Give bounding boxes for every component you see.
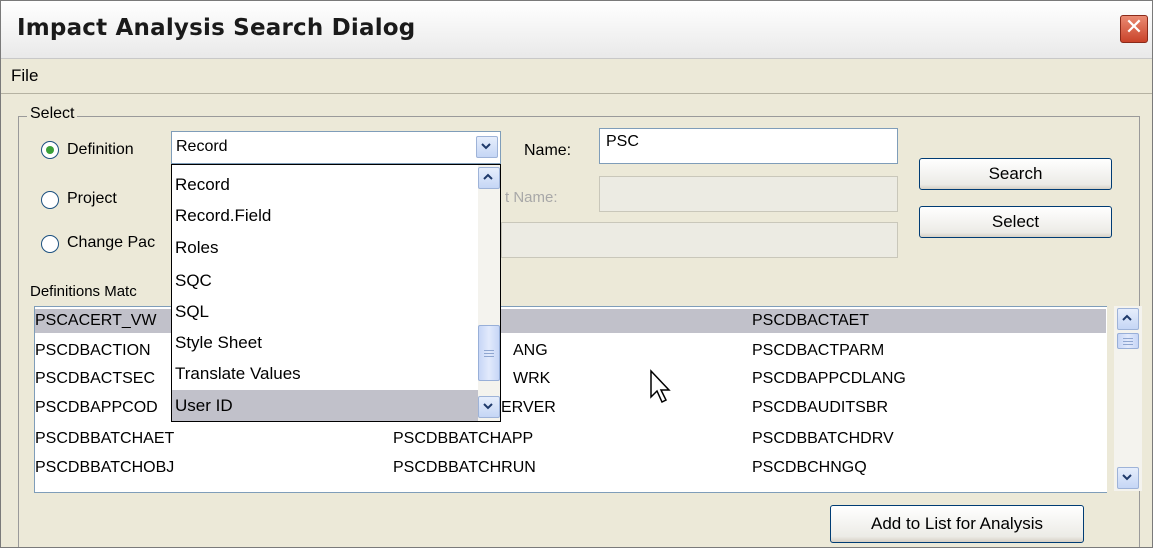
list-item[interactable]: ERVER xyxy=(501,399,556,417)
change-package-input xyxy=(501,222,898,258)
radio-project[interactable] xyxy=(41,191,59,209)
title-bar[interactable]: Impact Analysis Search Dialog ✕ xyxy=(1,1,1152,59)
dropdown-item[interactable]: Record.Field xyxy=(172,200,472,232)
grip-line xyxy=(1123,338,1133,339)
combo-dropdown-button[interactable] xyxy=(476,136,498,158)
list-scroll-up-button[interactable] xyxy=(1117,308,1139,330)
grip-line xyxy=(1123,341,1133,342)
list-item[interactable]: PSCDBBATCHRUN xyxy=(393,459,536,477)
list-item[interactable]: PSCDBACTION xyxy=(35,342,151,360)
chevron-down-icon xyxy=(1122,474,1132,481)
dropdown-scroll-thumb[interactable] xyxy=(478,325,500,381)
menu-bar: File xyxy=(1,59,1152,94)
chevron-up-icon xyxy=(483,173,493,180)
dropdown-scroll-up-button[interactable] xyxy=(478,167,500,189)
menu-file[interactable]: File xyxy=(11,66,38,86)
add-to-list-button[interactable]: Add to List for Analysis xyxy=(830,505,1084,543)
list-item[interactable]: PSCDBBATCHAPP xyxy=(393,430,533,448)
select-group-legend: Select xyxy=(27,105,78,123)
dialog-title: Impact Analysis Search Dialog xyxy=(17,15,416,41)
impact-analysis-dialog: Impact Analysis Search Dialog ✕ File Sel… xyxy=(0,0,1153,548)
mouse-pointer-icon xyxy=(650,369,671,404)
grip-line xyxy=(484,353,494,354)
list-item[interactable]: PSCDBAPPCDLANG xyxy=(752,370,906,388)
list-item[interactable]: PSCDBACTAET xyxy=(752,312,869,330)
list-item[interactable]: PSCDBBATCHOBJ xyxy=(35,459,174,477)
definition-type-value: Record xyxy=(176,138,228,155)
dropdown-item[interactable]: SQC xyxy=(172,265,472,297)
chevron-up-icon xyxy=(1122,314,1132,321)
dropdown-scroll-down-button[interactable] xyxy=(478,396,500,418)
name-input[interactable]: PSC xyxy=(599,128,898,164)
dropdown-item[interactable]: Roles xyxy=(172,232,472,264)
radio-project-label[interactable]: Project xyxy=(67,190,117,208)
list-item[interactable]: PSCDBBATCHAET xyxy=(35,430,174,448)
dropdown-item[interactable]: SQL xyxy=(172,296,472,328)
radio-change-package[interactable] xyxy=(41,235,59,253)
chevron-down-icon xyxy=(483,403,493,410)
chevron-down-icon xyxy=(481,143,491,150)
list-item[interactable]: PSCACERT_VW xyxy=(35,312,157,330)
definition-type-combo[interactable]: Record xyxy=(171,131,501,164)
definitions-matching-label: Definitions Matc xyxy=(30,283,137,300)
dropdown-scrollbar[interactable] xyxy=(478,165,500,421)
definition-type-dropdown-list[interactable]: Record Record.Field Roles SQC SQL Style … xyxy=(171,164,501,422)
list-scroll-thumb[interactable] xyxy=(1117,333,1139,349)
list-item[interactable]: PSCDBAPPCOD xyxy=(35,399,158,417)
list-item[interactable]: WRK xyxy=(513,370,550,388)
dropdown-item-selected[interactable]: User ID xyxy=(172,390,478,421)
list-item[interactable]: ANG xyxy=(513,342,548,360)
close-icon: ✕ xyxy=(1124,15,1144,40)
project-name-input xyxy=(599,176,898,212)
list-item[interactable]: PSCDBAUDITSBR xyxy=(752,399,888,417)
list-item[interactable]: PSCDBCHNGQ xyxy=(752,459,867,477)
list-scroll-down-button[interactable] xyxy=(1117,467,1139,489)
list-item[interactable]: PSCDBBATCHDRV xyxy=(752,430,894,448)
list-item[interactable]: PSCDBACTPARM xyxy=(752,342,884,360)
list-item[interactable]: PSCDBACTSEC xyxy=(35,370,155,388)
grip-line xyxy=(484,356,494,357)
grip-line xyxy=(484,350,494,351)
radio-definition[interactable] xyxy=(41,141,59,159)
select-button[interactable]: Select xyxy=(919,206,1112,238)
dropdown-item[interactable]: Record xyxy=(172,169,472,201)
dropdown-item[interactable]: Style Sheet xyxy=(172,327,472,359)
close-button[interactable]: ✕ xyxy=(1120,15,1148,43)
radio-definition-label[interactable]: Definition xyxy=(67,141,134,159)
list-scrollbar[interactable] xyxy=(1114,306,1142,491)
search-button[interactable]: Search xyxy=(919,158,1112,190)
grip-line xyxy=(1123,344,1133,345)
dropdown-item[interactable]: Translate Values xyxy=(172,358,472,390)
project-name-label: t Name: xyxy=(505,189,558,206)
name-label: Name: xyxy=(524,142,572,159)
radio-change-package-label[interactable]: Change Pac xyxy=(67,234,155,252)
